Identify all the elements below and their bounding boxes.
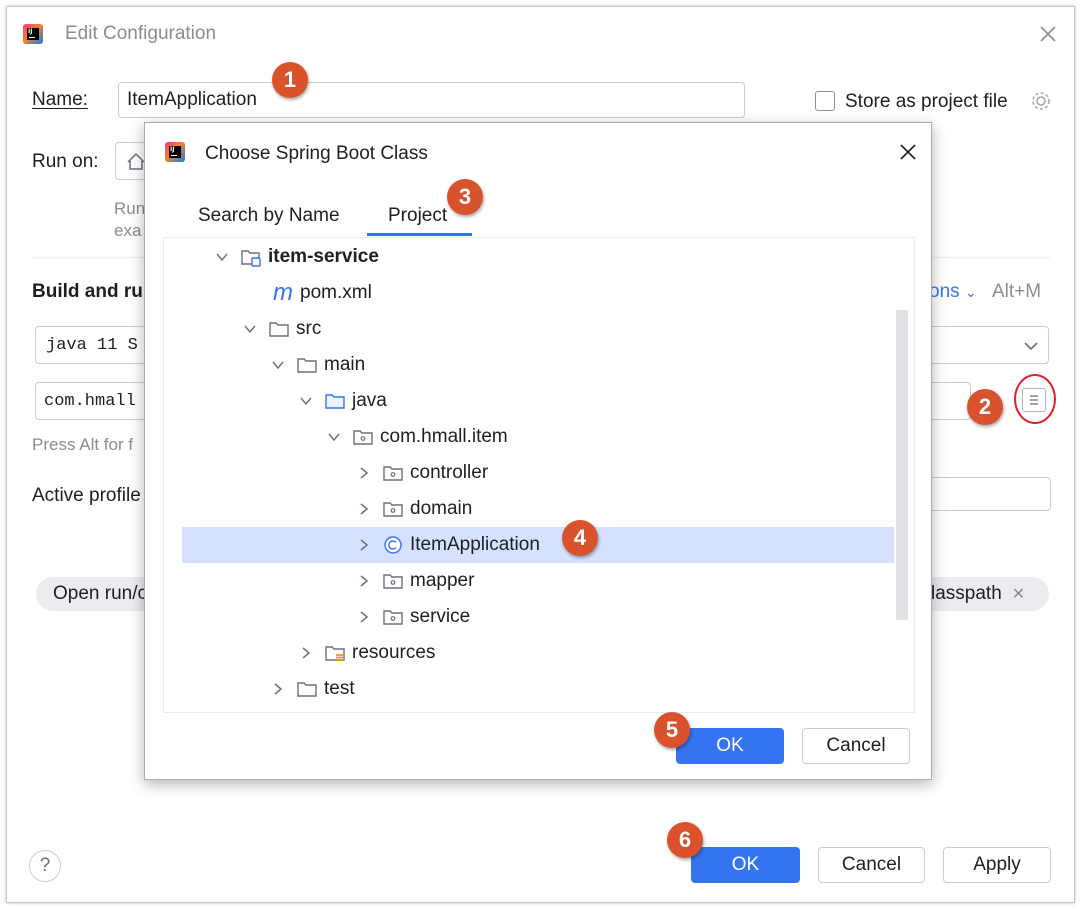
tree-node-java[interactable]: java [164,383,894,419]
tree-node-label: item-service [268,246,379,267]
tree-node-item-application[interactable]: ItemApplication [182,527,894,563]
tree-node-test[interactable]: test [164,671,894,707]
gear-icon[interactable] [1029,89,1053,113]
name-label: Name: [32,89,88,110]
step-badge-1: 1 [272,62,308,98]
classpath-chip-label: lasspath [931,583,1002,604]
chevron-right-icon[interactable] [356,609,372,625]
chevron-down-icon[interactable] [1021,337,1041,355]
chevron-right-icon[interactable] [356,573,372,589]
step-badge-2: 2 [967,389,1003,425]
close-icon[interactable] [1037,23,1059,45]
jdk-select-value: java 11 S [46,336,138,355]
ok-button[interactable]: OK [691,847,800,883]
run-on-label: Run on: [32,151,99,172]
chevron-right-icon[interactable] [356,537,372,553]
tree-node-label: java [352,390,387,411]
close-icon[interactable] [897,141,919,163]
tree-node-resources[interactable]: resources [164,635,894,671]
intellij-logo-icon: IJ [165,142,185,162]
name-input[interactable]: ItemApplication [118,82,745,118]
active-tab-indicator [367,233,472,236]
maven-icon: m [273,279,293,306]
name-input-value: ItemApplication [127,89,257,110]
store-as-project-file-checkbox[interactable] [815,91,835,111]
tree-node-item-service[interactable]: item-service [164,239,894,275]
tree-node-domain[interactable]: domain [164,491,894,527]
tree-scrollbar[interactable] [896,310,908,620]
tree-node-label: controller [410,462,489,483]
modify-options-shortcut: Alt+M [992,281,1042,302]
folder-icon [296,355,318,375]
tree-node-label: domain [410,498,473,519]
close-icon[interactable]: ✕ [1012,584,1025,604]
tree-node-label: com.hmall.item [380,426,508,447]
package-icon [382,607,404,627]
cancel-button[interactable]: Cancel [818,847,925,883]
chevron-down-icon[interactable] [326,429,342,445]
intellij-logo-icon: IJ [23,24,43,44]
tree-node-com-hmall-item[interactable]: com.hmall.item [164,419,894,455]
chevron-down-icon[interactable] [242,321,258,337]
apply-button[interactable]: Apply [943,847,1051,883]
active-profiles-input[interactable] [925,477,1051,511]
chevron-right-icon[interactable] [298,645,314,661]
tree-node-controller[interactable]: controller [164,455,894,491]
help-icon: ? [39,855,51,876]
chevron-right-icon[interactable] [270,681,286,697]
project-tree[interactable]: item-service m pom.xml src main java com… [163,237,915,713]
resources-folder-icon [324,643,346,663]
tree-node-label: test [324,678,355,699]
run-on-hint-2: exa [114,221,142,240]
run-on-hint-1: Run [114,199,146,218]
folder-icon [296,679,318,699]
main-class-value: com.hmall [44,392,136,411]
package-icon [352,427,374,447]
dialog-ok-button[interactable]: OK [676,728,784,764]
browse-class-icon[interactable] [1022,388,1046,412]
open-run-chip-label: Open run/c [53,583,147,604]
tree-node-label: main [324,354,366,375]
tree-node-label: resources [352,642,436,663]
dialog-cancel-button[interactable]: Cancel [802,728,910,764]
build-and-run-heading: Build and ru [32,281,143,302]
tree-node-src[interactable]: src [164,311,894,347]
chevron-down-icon[interactable] [298,393,314,409]
step-badge-4: 4 [562,520,598,556]
tab-project[interactable]: Project [388,205,447,227]
tree-node-label: mapper [410,570,475,591]
tree-node-label: service [410,606,471,627]
package-icon [382,499,404,519]
module-folder-icon [240,247,262,267]
active-profiles-label: Active profile [32,485,141,506]
tree-node-pom-xml[interactable]: m pom.xml [164,275,894,311]
step-badge-6: 6 [667,822,703,858]
help-button[interactable]: ? [29,850,61,882]
step-badge-3: 3 [447,179,483,215]
window-title: Edit Configuration [65,23,217,44]
dialog-title: Choose Spring Boot Class [205,143,428,164]
chevron-down-icon[interactable] [214,249,230,265]
chevron-right-icon[interactable] [356,501,372,517]
choose-spring-boot-class-dialog: IJ Choose Spring Boot Class Search by Na… [144,122,932,780]
folder-icon [268,319,290,339]
tab-search-by-name[interactable]: Search by Name [198,205,340,227]
spring-boot-class-icon [382,535,404,555]
source-folder-icon [324,391,346,411]
package-icon [382,463,404,483]
tree-node-label: src [296,318,322,339]
chevron-down-icon: ⌄ [964,284,977,300]
tree-node-main[interactable]: main [164,347,894,383]
step-badge-5: 5 [654,712,690,748]
tree-node-mapper[interactable]: mapper [164,563,894,599]
tree-node-label: ItemApplication [410,534,540,555]
modify-options-link[interactable]: ons ⌄ [929,281,977,303]
press-alt-hint: Press Alt for f [32,435,134,454]
store-as-project-file-label: Store as project file [845,91,1008,112]
tree-node-label: pom.xml [300,282,372,303]
chevron-right-icon[interactable] [356,465,372,481]
tree-node-service[interactable]: service [164,599,894,635]
chevron-down-icon[interactable] [270,357,286,373]
package-icon [382,571,404,591]
